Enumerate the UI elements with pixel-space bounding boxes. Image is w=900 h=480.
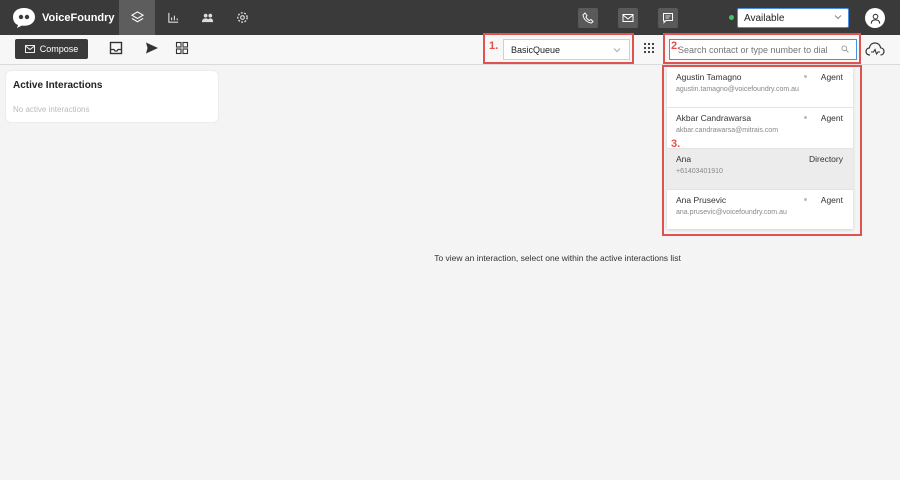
bar-chart-icon xyxy=(167,12,178,23)
inbox-icon[interactable] xyxy=(109,41,123,55)
top-nav-bar: VoiceFoundry Available xyxy=(0,0,900,35)
send-icon[interactable] xyxy=(145,41,159,55)
grid-icon[interactable] xyxy=(175,41,189,55)
annotation-label: 2. xyxy=(671,40,681,52)
mail-icon xyxy=(24,45,35,53)
voicefoundry-logo-icon xyxy=(13,8,35,28)
dialpad-icon[interactable] xyxy=(643,42,655,54)
user-icon xyxy=(870,13,880,24)
logo[interactable]: VoiceFoundry xyxy=(12,6,115,30)
annotation-label: 1. xyxy=(489,40,499,52)
cloud-sync-icon[interactable] xyxy=(865,41,885,58)
users-icon xyxy=(201,13,213,23)
empty-state-message: To view an interaction, select one withi… xyxy=(434,253,681,263)
layers-icon xyxy=(130,11,144,23)
mail-icon xyxy=(622,14,634,22)
nav-tab-contacts[interactable] xyxy=(189,0,225,35)
panel-empty-text: No active interactions xyxy=(13,105,90,114)
chevron-down-icon xyxy=(834,15,842,20)
compose-label: Compose xyxy=(39,44,79,54)
nav-tab-interactions[interactable] xyxy=(119,0,155,35)
compose-button[interactable]: Compose xyxy=(15,39,88,59)
user-avatar[interactable] xyxy=(865,8,885,28)
app-name: VoiceFoundry xyxy=(42,12,115,24)
mail-button[interactable] xyxy=(618,8,638,28)
status-indicator xyxy=(729,15,734,20)
settings-icon xyxy=(236,12,248,23)
agent-status-select[interactable]: Available xyxy=(737,8,849,28)
annotation-box-search xyxy=(663,33,861,64)
active-interactions-panel: Active Interactions No active interactio… xyxy=(5,70,219,123)
status-value: Available xyxy=(744,13,785,24)
chat-icon xyxy=(663,13,673,24)
annotation-box-results xyxy=(662,65,862,236)
nav-tab-reports[interactable] xyxy=(155,0,191,35)
chat-button[interactable] xyxy=(658,8,678,28)
panel-title: Active Interactions xyxy=(13,80,103,91)
annotation-label: 3. xyxy=(671,138,681,150)
phone-icon xyxy=(582,12,594,24)
annotation-box-queue xyxy=(483,33,634,64)
phone-button[interactable] xyxy=(578,8,598,28)
nav-tab-settings[interactable] xyxy=(224,0,260,35)
